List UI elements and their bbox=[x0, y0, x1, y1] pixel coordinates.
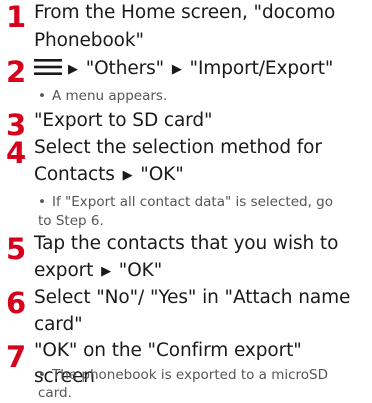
step-text-part: "Import/Export" bbox=[189, 58, 334, 79]
step-number: 2 bbox=[6, 55, 26, 89]
step-note: • The phonebook is exported to a microSD bbox=[38, 365, 366, 385]
arrow-icon: ▶ bbox=[171, 62, 182, 77]
step-text-line: Contacts ▶ "OK" bbox=[34, 162, 366, 189]
step-text-line: "Export to SD card" bbox=[34, 110, 213, 131]
step-number: 4 bbox=[6, 136, 26, 170]
step-text-line: export ▶ "OK" bbox=[34, 258, 366, 285]
step-note-continued: to Step 6. bbox=[38, 213, 104, 229]
step-text-line: Select "No"/ "Yes" in "Attach name bbox=[34, 287, 351, 308]
step-number: 5 bbox=[6, 232, 26, 266]
step-note: • A menu appears. bbox=[38, 86, 366, 106]
bullet: • bbox=[38, 194, 46, 210]
step-note-continued: card. bbox=[38, 385, 72, 401]
arrow-icon: ▶ bbox=[101, 264, 112, 279]
note-text: If "Export all contact data" is selected… bbox=[52, 194, 333, 210]
step-text-part: Contacts bbox=[34, 164, 115, 185]
menu-icon bbox=[34, 59, 62, 75]
step-text-line: ▶ "Others" ▶ "Import/Export" bbox=[34, 56, 366, 83]
step-text-part: "OK" bbox=[118, 260, 163, 281]
step-number: 7 bbox=[6, 340, 26, 374]
step-text-line: From the Home screen, "docomo bbox=[34, 2, 336, 23]
step-number: 1 bbox=[6, 0, 26, 34]
bullet: • bbox=[38, 367, 46, 383]
note-text: A menu appears. bbox=[52, 88, 168, 104]
step-text-part: export bbox=[34, 260, 94, 281]
bullet: • bbox=[38, 88, 46, 104]
step-number: 6 bbox=[6, 286, 26, 320]
step-text-part: "Others" bbox=[85, 58, 165, 79]
arrow-icon: ▶ bbox=[122, 168, 133, 183]
step-text-line: card" bbox=[34, 314, 83, 335]
step-text-part: "OK" bbox=[140, 164, 184, 185]
note-text: The phonebook is exported to a microSD bbox=[52, 367, 329, 383]
step-note: • If "Export all contact data" is selecte… bbox=[38, 192, 366, 212]
step-text-line: Select the selection method for bbox=[34, 137, 322, 158]
arrow-icon: ▶ bbox=[68, 62, 78, 77]
step-text-line: Tap the contacts that you wish to bbox=[34, 233, 339, 254]
step-text-line: Phonebook" bbox=[34, 30, 144, 51]
